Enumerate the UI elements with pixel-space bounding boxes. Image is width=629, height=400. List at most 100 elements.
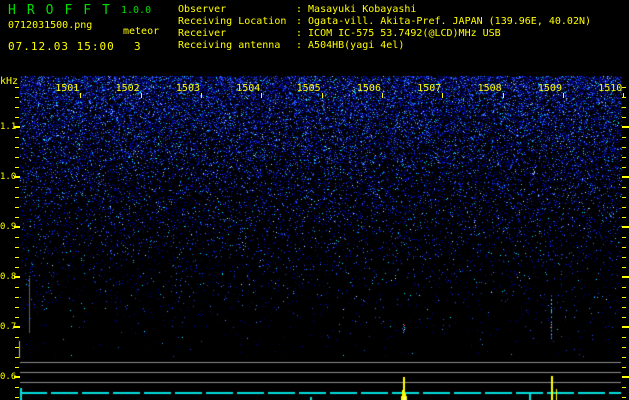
freq-minor-tick-right: [622, 267, 626, 268]
output-filename: 0712031500.png: [8, 20, 92, 31]
info-value: : ICOM IC-575 53.7492(@LCD)MHz USB: [296, 28, 501, 39]
freq-major-tick-right: [622, 226, 629, 228]
freq-minor-tick-left: [15, 97, 19, 98]
freq-tick-label: 0.8: [0, 272, 15, 282]
freq-minor-tick-left: [15, 157, 19, 158]
info-label: Receiving antenna: [178, 40, 290, 52]
freq-major-tick-left: [14, 226, 20, 228]
freq-axis-unit-label: kHz: [0, 76, 18, 87]
freq-minor-tick-left: [15, 87, 19, 88]
time-tick-mark: [382, 93, 383, 98]
freq-tick-label: 1.1: [0, 122, 15, 132]
info-row: Observer: Masayuki Kobayashi: [178, 4, 591, 16]
freq-minor-tick-left: [15, 307, 19, 308]
freq-minor-tick-left: [15, 257, 19, 258]
freq-minor-tick-right: [622, 357, 626, 358]
freq-minor-tick-left: [15, 197, 19, 198]
freq-minor-tick-right: [622, 257, 626, 258]
freq-minor-tick-right: [622, 107, 626, 108]
echo-count: 3: [134, 40, 141, 53]
freq-minor-tick-right: [622, 347, 626, 348]
freq-major-tick-left: [14, 326, 20, 328]
hrofft-window: HROFFT 1.0.0 0712031500.png meteor 07.12…: [0, 0, 629, 400]
freq-minor-tick-right: [622, 217, 626, 218]
freq-tick-label: 1.0: [0, 172, 15, 182]
freq-minor-tick-right: [622, 317, 626, 318]
time-tick-label: 1502: [115, 83, 141, 94]
freq-minor-tick-left: [15, 357, 19, 358]
spectrogram-canvas: [0, 0, 629, 400]
freq-minor-tick-left: [15, 217, 19, 218]
app-version: 1.0.0: [121, 5, 151, 16]
freq-minor-tick-right: [622, 387, 626, 388]
freq-minor-tick-right: [622, 97, 626, 98]
station-info-block: Observer: Masayuki KobayashiReceiving Lo…: [178, 4, 591, 52]
freq-minor-tick-left: [15, 397, 19, 398]
info-row: Receiver : ICOM IC-575 53.7492(@LCD)MHz U…: [178, 28, 591, 40]
freq-minor-tick-left: [15, 347, 19, 348]
freq-minor-tick-right: [622, 287, 626, 288]
freq-minor-tick-right: [622, 337, 626, 338]
freq-minor-tick-left: [15, 367, 19, 368]
time-tick-label: 1506: [356, 83, 382, 94]
freq-minor-tick-right: [622, 187, 626, 188]
freq-minor-tick-left: [15, 107, 19, 108]
freq-tick-label: 0.9: [0, 222, 15, 232]
time-tick-label: 1507: [416, 83, 442, 94]
time-tick-mark: [141, 93, 142, 98]
time-tick-label: 1504: [235, 83, 261, 94]
freq-minor-tick-right: [622, 247, 626, 248]
info-value: : A504HB(yagi 4el): [296, 40, 404, 51]
freq-minor-tick-left: [15, 287, 19, 288]
time-tick-mark: [503, 93, 504, 98]
freq-major-tick-right: [622, 126, 629, 128]
freq-minor-tick-right: [622, 297, 626, 298]
freq-minor-tick-left: [15, 317, 19, 318]
info-row: Receiving antenna : A504HB(yagi 4el): [178, 40, 591, 52]
freq-major-tick-left: [14, 126, 20, 128]
freq-tick-label: 0.7: [0, 322, 15, 332]
freq-minor-tick-left: [15, 207, 19, 208]
freq-minor-tick-right: [622, 237, 626, 238]
freq-major-tick-right: [622, 376, 629, 378]
freq-minor-tick-right: [622, 147, 626, 148]
freq-minor-tick-left: [15, 247, 19, 248]
freq-major-tick-left: [14, 276, 20, 278]
info-label: Receiving Location: [178, 16, 290, 28]
freq-minor-tick-right: [622, 367, 626, 368]
freq-major-tick-right: [622, 276, 629, 278]
freq-minor-tick-right: [622, 307, 626, 308]
time-tick-label: 1501: [54, 83, 80, 94]
info-label: Receiver: [178, 28, 290, 40]
freq-major-tick-right: [622, 326, 629, 328]
freq-major-tick-left: [14, 176, 20, 178]
mode-label: meteor: [123, 26, 159, 37]
freq-minor-tick-right: [622, 197, 626, 198]
time-tick-mark: [80, 93, 81, 98]
freq-minor-tick-left: [15, 267, 19, 268]
freq-minor-tick-right: [622, 137, 626, 138]
time-tick-label: 1510: [597, 83, 623, 94]
time-tick-label: 1509: [537, 83, 563, 94]
freq-minor-tick-left: [15, 147, 19, 148]
time-tick-mark: [563, 93, 564, 98]
time-tick-mark: [201, 93, 202, 98]
freq-minor-tick-left: [15, 187, 19, 188]
time-tick-mark: [442, 93, 443, 98]
time-tick-mark: [261, 93, 262, 98]
freq-minor-tick-left: [15, 117, 19, 118]
time-tick-label: 1508: [477, 83, 503, 94]
freq-minor-tick-right: [622, 157, 626, 158]
freq-minor-tick-left: [15, 137, 19, 138]
freq-minor-tick-left: [15, 297, 19, 298]
time-tick-label: 1503: [175, 83, 201, 94]
freq-minor-tick-right: [622, 167, 626, 168]
info-value: : Ogata-vill. Akita-Pref. JAPAN (139.96E…: [296, 16, 591, 27]
freq-minor-tick-left: [15, 387, 19, 388]
freq-minor-tick-left: [15, 167, 19, 168]
freq-minor-tick-left: [15, 237, 19, 238]
freq-major-tick-left: [14, 376, 20, 378]
freq-major-tick-right: [622, 176, 629, 178]
freq-minor-tick-right: [622, 87, 626, 88]
freq-minor-tick-right: [622, 117, 626, 118]
